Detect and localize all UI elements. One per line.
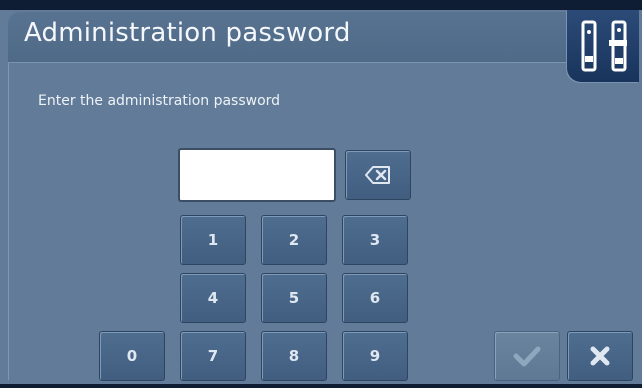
check-icon — [513, 346, 541, 367]
confirm-button[interactable] — [494, 331, 560, 381]
corner-toggle-button[interactable] — [567, 10, 639, 82]
close-icon — [590, 346, 610, 366]
password-prompt: Enter the administration password — [38, 93, 281, 109]
password-input[interactable] — [178, 148, 336, 202]
keyboard-switch-icon — [581, 20, 627, 72]
key-9[interactable]: 9 — [342, 331, 408, 381]
key-1[interactable]: 1 — [180, 215, 246, 265]
key-3[interactable]: 3 — [342, 215, 408, 265]
title-bar: Administration password — [8, 12, 568, 63]
page-title: Administration password — [24, 18, 351, 48]
key-2[interactable]: 2 — [261, 215, 327, 265]
key-7[interactable]: 7 — [180, 331, 246, 381]
key-6[interactable]: 6 — [342, 273, 408, 323]
key-4[interactable]: 4 — [180, 273, 246, 323]
backspace-button[interactable] — [345, 150, 411, 200]
cancel-button[interactable] — [567, 331, 633, 381]
key-8[interactable]: 8 — [261, 331, 327, 381]
key-0[interactable]: 0 — [99, 331, 165, 381]
backspace-icon — [365, 166, 390, 184]
key-5[interactable]: 5 — [261, 273, 327, 323]
